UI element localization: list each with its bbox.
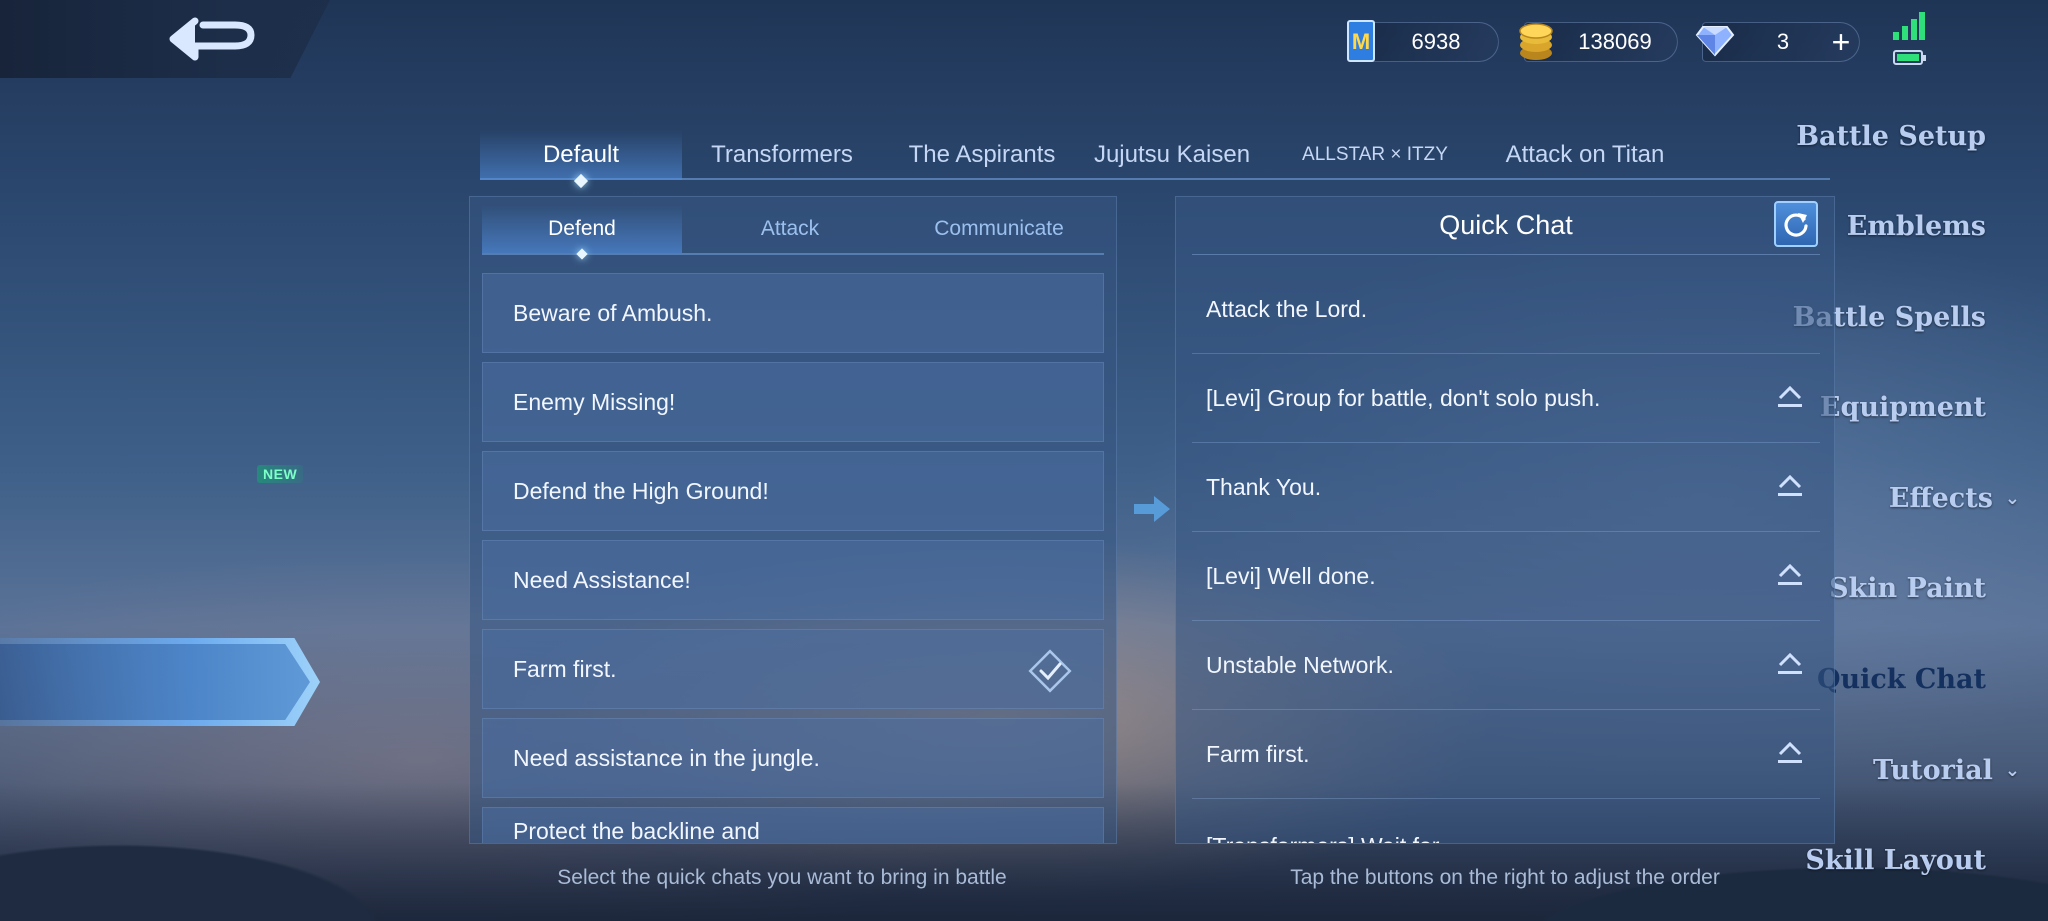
tab-allstar-itzy[interactable]: ALLSTAR × ITZY bbox=[1300, 130, 1450, 180]
back-arrow-icon bbox=[169, 17, 255, 61]
active-tab-indicator bbox=[573, 173, 589, 189]
chevron-down-icon: ⌄ bbox=[2004, 759, 2020, 781]
back-button[interactable] bbox=[165, 12, 265, 66]
sidebar-item-tutorial[interactable]: Tutorial ⌄ bbox=[1873, 740, 2020, 800]
chat-option[interactable]: Beware of Ambush. bbox=[482, 273, 1104, 353]
sidebar-item-equipment[interactable]: Equipment bbox=[1820, 377, 1986, 437]
right-footer-hint: Tap the buttons on the right to adjust t… bbox=[1290, 866, 1720, 889]
move-up-button[interactable] bbox=[1776, 384, 1804, 410]
chat-option[interactable]: Need assistance in the jungle. bbox=[482, 718, 1104, 798]
chat-option-selected[interactable]: Farm first. bbox=[482, 629, 1104, 709]
reset-button[interactable] bbox=[1774, 201, 1818, 247]
quick-chat-order-panel: Quick Chat Attack the Lord. [Levi] Group… bbox=[1175, 196, 1835, 844]
svg-text:M: M bbox=[1352, 29, 1370, 54]
chat-option[interactable]: Need Assistance! bbox=[482, 540, 1104, 620]
order-item: Unstable Network. bbox=[1192, 621, 1820, 710]
sidebar-item-emblems[interactable]: Emblems bbox=[1847, 196, 1986, 256]
move-up-button[interactable] bbox=[1776, 740, 1804, 766]
sidebar-item-effects[interactable]: Effects ⌄ bbox=[1889, 468, 2020, 528]
sidebar-item-quick-chat[interactable]: Quick Chat bbox=[1817, 649, 1986, 709]
order-item: Thank You. bbox=[1192, 443, 1820, 532]
refresh-icon bbox=[1784, 213, 1808, 237]
left-footer-hint: Select the quick chats you want to bring… bbox=[557, 866, 1007, 889]
tab-the-aspirants[interactable]: The Aspirants bbox=[882, 130, 1082, 180]
tab-default[interactable]: Default bbox=[480, 130, 682, 189]
category-tab-bar: Defend Attack Communicate bbox=[482, 205, 1104, 260]
m-token-icon: M bbox=[1347, 20, 1375, 62]
order-item: [Levi] Group for battle, don't solo push… bbox=[1192, 354, 1820, 443]
new-badge: NEW bbox=[257, 465, 304, 483]
add-diamonds-button[interactable]: + bbox=[1823, 24, 1859, 60]
diamond-icon bbox=[1695, 26, 1735, 57]
chat-option[interactable]: Enemy Missing! bbox=[482, 362, 1104, 442]
active-tab-indicator bbox=[576, 248, 588, 260]
tab-attack-on-titan[interactable]: Attack on Titan bbox=[1480, 130, 1690, 180]
battery-icon bbox=[1893, 50, 1926, 65]
tab-transformers[interactable]: Transformers bbox=[682, 130, 882, 180]
gold-counter: 138069 bbox=[1519, 22, 1678, 62]
signal-icon bbox=[1893, 12, 1925, 40]
selected-check-icon bbox=[1028, 649, 1072, 693]
tab-jujutsu-kaisen[interactable]: Jujutsu Kaisen bbox=[1082, 130, 1262, 180]
move-up-button[interactable] bbox=[1776, 651, 1804, 677]
sidebar-item-skin-paint[interactable]: Skin Paint bbox=[1829, 558, 1986, 618]
tab-defend[interactable]: Defend bbox=[482, 205, 682, 260]
quick-chat-selection-panel: Defend Attack Communicate Beware of Ambu… bbox=[469, 196, 1117, 844]
order-item: [Levi] Well done. bbox=[1192, 532, 1820, 621]
tab-communicate[interactable]: Communicate bbox=[894, 205, 1104, 253]
order-item: [Transformers] Wait for bbox=[1192, 799, 1820, 843]
diamond-counter: 3 + bbox=[1695, 22, 1860, 62]
order-item: Attack the Lord. bbox=[1192, 265, 1820, 354]
tab-attack[interactable]: Attack bbox=[690, 205, 890, 253]
chevron-down-icon: ⌄ bbox=[2004, 487, 2020, 509]
panel-title: Quick Chat bbox=[1192, 197, 1820, 255]
chat-option[interactable]: Defend the High Ground! bbox=[482, 451, 1104, 531]
chat-option[interactable]: Protect the backline and bbox=[482, 807, 1104, 843]
sidebar-active-inner bbox=[0, 644, 310, 720]
move-up-button[interactable] bbox=[1776, 562, 1804, 588]
theme-tab-bar: Default Transformers The Aspirants Jujut… bbox=[480, 130, 1830, 189]
gold-coins-icon bbox=[1519, 23, 1553, 60]
order-item: Farm first. bbox=[1192, 710, 1820, 799]
move-up-button[interactable] bbox=[1776, 473, 1804, 499]
battle-points-counter: M 6938 bbox=[1347, 20, 1499, 62]
arrow-right-icon bbox=[1134, 496, 1170, 522]
